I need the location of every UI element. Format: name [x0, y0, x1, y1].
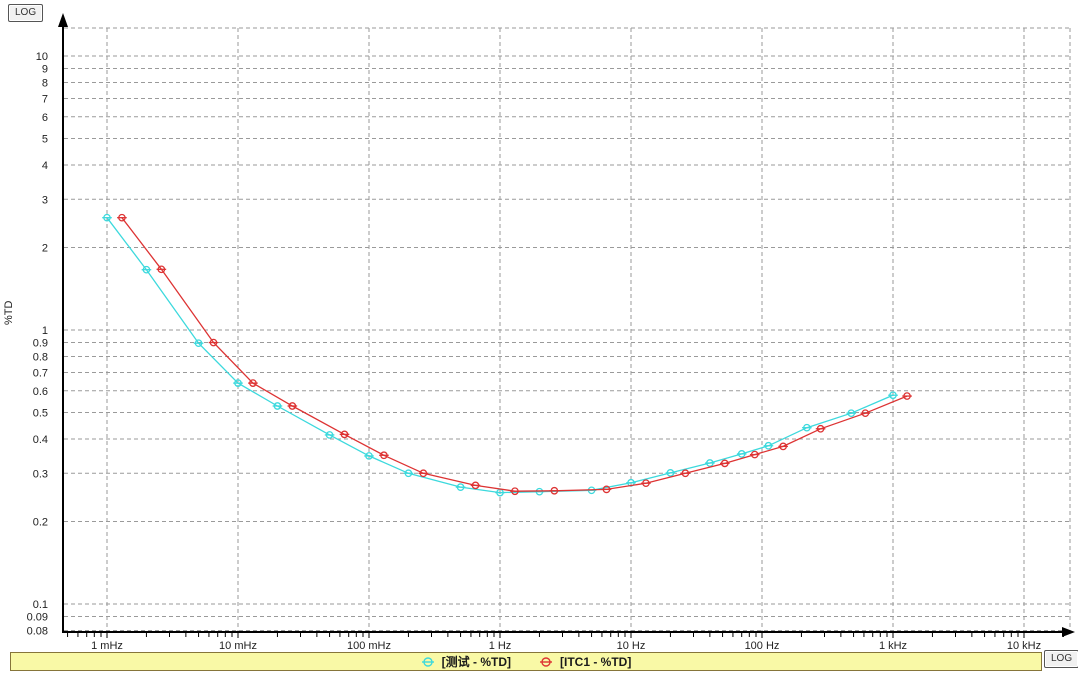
axis-tick-labels: 109876543210.90.80.70.60.50.40.30.20.10.…	[27, 51, 1042, 652]
log-scale-button-bottom[interactable]: LOG	[1044, 650, 1078, 668]
legend-label-ceshi: [测试 - %TD]	[442, 653, 511, 670]
svg-text:1: 1	[42, 325, 48, 337]
svg-text:3: 3	[42, 194, 48, 206]
svg-text:0.8: 0.8	[33, 352, 48, 364]
svg-text:10 Hz: 10 Hz	[617, 640, 646, 652]
application-window: LOG %TD 109876543210.90.80.70.60.50.40.3…	[0, 0, 1078, 676]
svg-text:8: 8	[42, 78, 48, 90]
svg-text:10: 10	[36, 51, 48, 63]
legend-bar: [测试 - %TD] [ITC1 - %TD]	[10, 652, 1042, 671]
svg-text:1 Hz: 1 Hz	[489, 640, 512, 652]
svg-text:0.08: 0.08	[27, 626, 48, 638]
plot-area: 109876543210.90.80.70.60.50.40.30.20.10.…	[0, 0, 1078, 676]
svg-text:4: 4	[42, 160, 48, 172]
svg-text:0.3: 0.3	[33, 468, 48, 480]
grid-lines	[64, 28, 1070, 631]
legend-label-itc1: [ITC1 - %TD]	[560, 655, 631, 669]
svg-text:0.09: 0.09	[27, 612, 48, 624]
svg-text:100 Hz: 100 Hz	[745, 640, 780, 652]
legend-marker-itc1-icon	[539, 656, 553, 668]
legend-item-itc1[interactable]: [ITC1 - %TD]	[539, 655, 631, 669]
axes	[58, 13, 1075, 637]
series-ceshi	[102, 214, 898, 495]
x-axis-ticks	[68, 633, 1064, 638]
svg-text:7: 7	[42, 93, 48, 105]
legend-item-ceshi[interactable]: [测试 - %TD]	[421, 653, 511, 670]
svg-text:1 mHz: 1 mHz	[91, 640, 123, 652]
svg-text:0.9: 0.9	[33, 338, 48, 350]
svg-text:1 kHz: 1 kHz	[879, 640, 907, 652]
svg-text:9: 9	[42, 64, 48, 76]
svg-text:5: 5	[42, 133, 48, 145]
svg-text:2: 2	[42, 243, 48, 255]
svg-text:0.7: 0.7	[33, 367, 48, 379]
svg-text:0.6: 0.6	[33, 386, 48, 398]
svg-text:100 mHz: 100 mHz	[347, 640, 391, 652]
svg-text:0.2: 0.2	[33, 517, 48, 529]
svg-text:10 kHz: 10 kHz	[1007, 640, 1041, 652]
series-itc1	[117, 214, 912, 494]
svg-text:6: 6	[42, 112, 48, 124]
legend-marker-ceshi-icon	[421, 656, 435, 668]
svg-text:10 mHz: 10 mHz	[219, 640, 257, 652]
svg-text:0.5: 0.5	[33, 407, 48, 419]
svg-text:0.4: 0.4	[33, 434, 48, 446]
svg-text:0.1: 0.1	[33, 599, 48, 611]
